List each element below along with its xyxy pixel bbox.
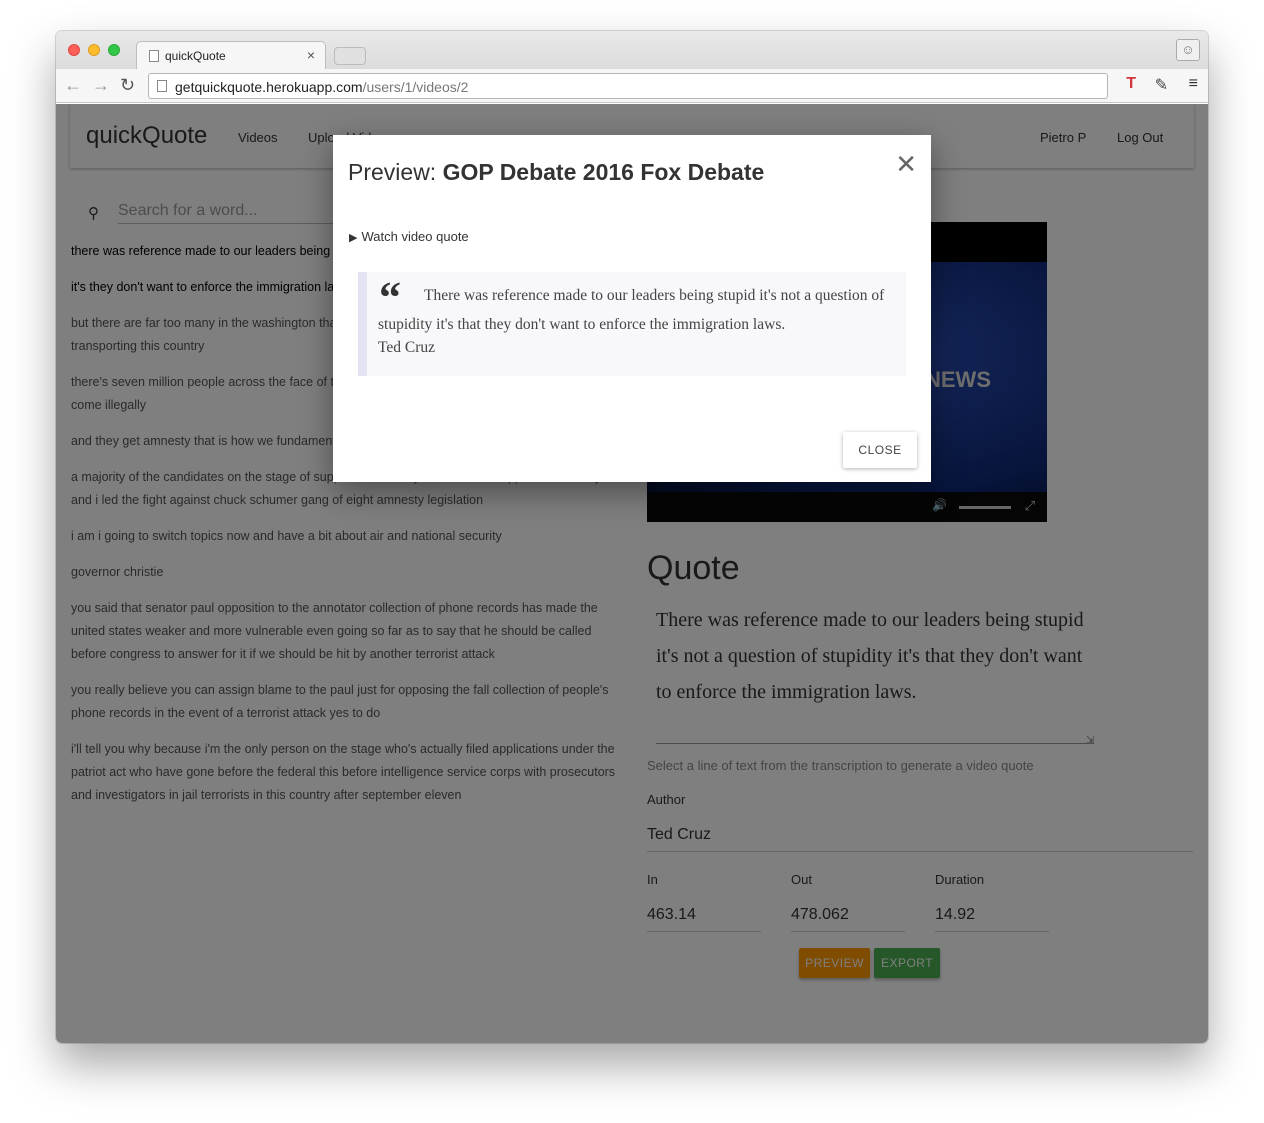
back-arrow-icon[interactable]: ← (64, 75, 82, 96)
quote-blockquote: “ There was reference made to our leader… (358, 272, 906, 376)
close-window-button[interactable] (68, 44, 80, 56)
play-triangle-icon: ▶ (349, 232, 358, 244)
watch-label: Watch video quote (361, 229, 469, 244)
modal-quote-author: Ted Cruz (378, 339, 436, 356)
browser-window: quickQuote × ☺ ← → ↻ getquickquote.herok… (56, 31, 1208, 1043)
modal-title-video: GOP Debate 2016 Fox Debate (442, 159, 765, 185)
tab-title: quickQuote (165, 49, 226, 63)
page-content: quickQuote Videos Upload Video Pietro P … (56, 104, 1208, 1043)
preview-modal: Preview: GOP Debate 2016 Fox Debate ✕ ▶ W… (333, 135, 931, 482)
modal-title-prefix: Preview: (348, 159, 443, 185)
url-domain: getquickquote.herokuapp.com (175, 79, 363, 95)
profile-icon[interactable]: ☺ (1176, 39, 1200, 61)
page-icon (157, 80, 167, 92)
tab-close-icon[interactable]: × (307, 47, 315, 63)
forward-arrow-icon[interactable]: → (92, 75, 110, 96)
new-tab-button[interactable] (334, 47, 366, 65)
browser-toolbar: ← → ↻ getquickquote.herokuapp.com/users/… (56, 69, 1208, 103)
modal-quote-text: There was reference made to our leaders … (378, 287, 885, 333)
browser-tabbar: quickQuote × ☺ (56, 31, 1208, 69)
url-path: /users/1/videos/2 (362, 79, 469, 95)
menu-icon[interactable]: ≡ (1189, 75, 1198, 93)
address-bar[interactable]: getquickquote.herokuapp.com/users/1/vide… (148, 73, 1108, 99)
extension-t-icon[interactable]: T (1126, 75, 1136, 93)
reload-icon[interactable]: ↻ (120, 75, 135, 96)
maximize-window-button[interactable] (108, 44, 120, 56)
watch-video-toggle[interactable]: ▶ Watch video quote (349, 229, 469, 244)
modal-title: Preview: GOP Debate 2016 Fox Debate (348, 159, 764, 186)
pencil-icon[interactable]: ✎ (1155, 75, 1168, 95)
page-icon (149, 50, 159, 62)
close-icon[interactable]: ✕ (895, 151, 917, 177)
modal-close-button[interactable]: CLOSE (843, 432, 917, 468)
url-text[interactable]: getquickquote.herokuapp.com/users/1/vide… (175, 79, 468, 95)
minimize-window-button[interactable] (88, 44, 100, 56)
browser-tab[interactable]: quickQuote × (136, 41, 326, 69)
